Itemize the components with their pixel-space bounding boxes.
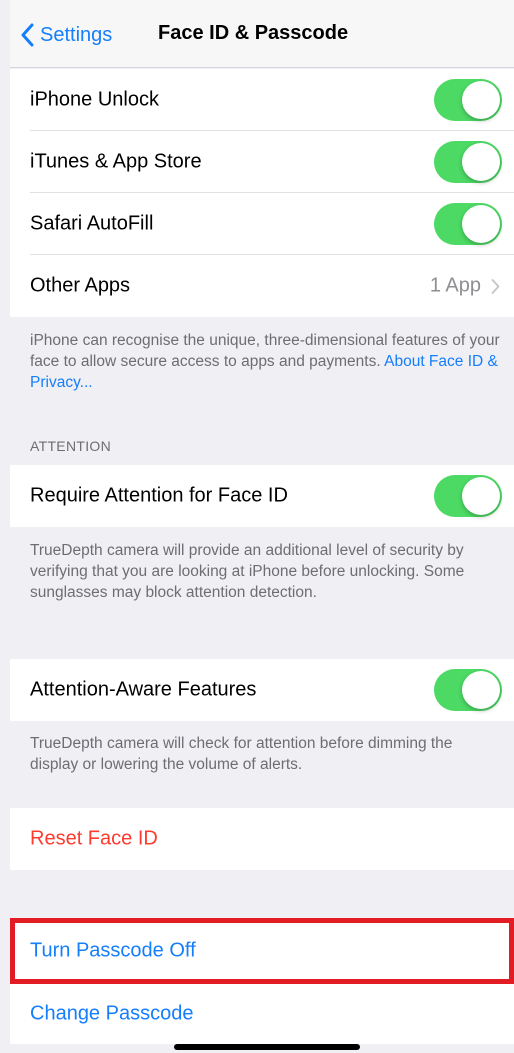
iphone-unlock-label: iPhone Unlock xyxy=(30,88,159,111)
iphone-unlock-row: iPhone Unlock xyxy=(10,69,514,131)
navigation-bar: Settings Face ID & Passcode xyxy=(10,0,514,68)
safari-autofill-label: Safari AutoFill xyxy=(30,212,154,235)
change-passcode-button[interactable]: Change Passcode xyxy=(10,984,514,1044)
change-passcode-label: Change Passcode xyxy=(30,1002,194,1025)
toggle-knob xyxy=(462,205,500,243)
toggle-knob xyxy=(462,143,500,181)
other-apps-row[interactable]: Other Apps 1 App xyxy=(10,255,514,317)
toggle-knob xyxy=(462,671,500,709)
itunes-app-store-toggle[interactable] xyxy=(434,141,502,183)
toggle-knob xyxy=(462,81,500,119)
turn-passcode-off-button[interactable]: Turn Passcode Off xyxy=(10,918,514,984)
reset-face-id-label: Reset Face ID xyxy=(30,827,158,850)
home-indicator xyxy=(174,1044,360,1050)
require-attention-row: Require Attention for Face ID xyxy=(10,465,514,527)
safari-autofill-toggle[interactable] xyxy=(434,203,502,245)
require-attention-label: Require Attention for Face ID xyxy=(30,484,288,507)
require-attention-footer: TrueDepth camera will provide an additio… xyxy=(30,542,465,601)
turn-passcode-off-label: Turn Passcode Off xyxy=(30,939,196,962)
attention-section-header: ATTENTION xyxy=(30,438,111,454)
chevron-right-icon xyxy=(491,278,500,294)
require-attention-toggle[interactable] xyxy=(434,475,502,517)
back-button-label: Settings xyxy=(40,23,113,46)
itunes-app-store-row: iTunes & App Store xyxy=(10,131,514,193)
toggle-knob xyxy=(462,477,500,515)
back-button[interactable]: Settings xyxy=(20,20,112,50)
chevron-left-icon xyxy=(21,23,34,47)
face-id-passcode-screen: Settings Face ID & Passcode iPhone Unloc… xyxy=(0,0,514,1053)
page-title: Face ID & Passcode xyxy=(158,22,349,44)
reset-face-id-button[interactable]: Reset Face ID xyxy=(10,808,514,870)
attention-aware-toggle[interactable] xyxy=(434,669,502,711)
face-id-footer: iPhone can recognise the unique, three-d… xyxy=(30,330,502,393)
other-apps-label: Other Apps xyxy=(30,274,131,297)
other-apps-detail: 1 App xyxy=(430,275,500,298)
other-apps-count: 1 App xyxy=(429,274,481,297)
itunes-app-store-label: iTunes & App Store xyxy=(30,150,202,173)
attention-aware-label: Attention-Aware Features xyxy=(30,678,257,701)
safari-autofill-row: Safari AutoFill xyxy=(10,193,514,255)
iphone-unlock-toggle[interactable] xyxy=(434,79,502,121)
attention-aware-footer: TrueDepth camera will check for attentio… xyxy=(30,735,453,773)
attention-aware-row: Attention-Aware Features xyxy=(10,659,514,721)
